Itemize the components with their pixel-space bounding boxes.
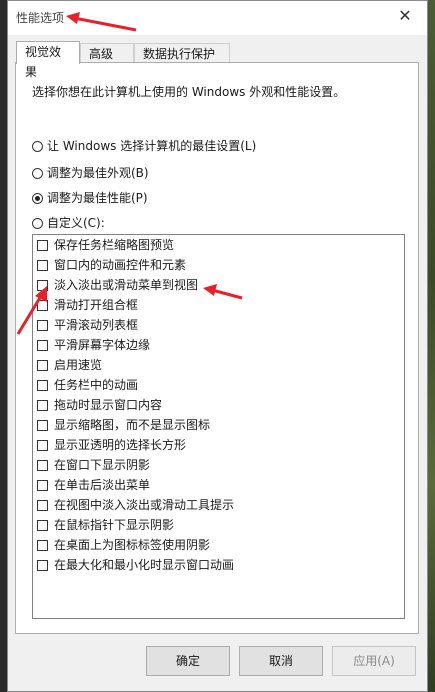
visual-effects-panel: 选择你想在此计算机上使用的 Windows 外观和性能设置。 让 Windows… — [15, 62, 419, 634]
checkbox-label: 窗口内的动画控件和元素 — [54, 258, 187, 272]
checkbox[interactable] — [37, 479, 48, 491]
radio-label: 调整为最佳性能(P) — [47, 191, 148, 205]
checkbox[interactable] — [37, 459, 48, 471]
checkbox-label: 在视图中淡入淡出或滑动工具提示 — [54, 498, 235, 512]
checkbox-label: 任务栏中的动画 — [54, 378, 139, 392]
checkbox[interactable] — [37, 239, 48, 251]
checkbox-label: 滑动打开组合框 — [54, 298, 139, 312]
checkbox-label: 淡入淡出或滑动菜单到视图 — [54, 278, 199, 292]
checkbox-label: 保存任务栏缩略图预览 — [54, 238, 175, 252]
annotation-arrow-title — [66, 12, 137, 32]
checkbox[interactable] — [37, 379, 48, 391]
tab-dep[interactable]: 数据执行保护 — [134, 43, 230, 63]
tab-visual-effects[interactable]: 视觉效果 — [16, 41, 80, 79]
checkbox-label: 平滑滚动列表框 — [54, 318, 139, 332]
radio-label: 调整为最佳外观(B) — [47, 166, 149, 180]
checkbox[interactable] — [37, 399, 48, 411]
checkbox-label: 在窗口下显示阴影 — [54, 458, 151, 472]
checkbox-label: 显示亚透明的选择长方形 — [54, 438, 187, 452]
checklist-item[interactable]: 在桌面上为图标标签使用阴影 — [37, 536, 210, 554]
checklist-item[interactable]: 显示亚透明的选择长方形 — [37, 436, 186, 454]
checkbox-label: 拖动时显示窗口内容 — [54, 398, 163, 412]
apply-button[interactable]: 应用(A) — [332, 646, 416, 676]
radio-circle[interactable] — [32, 167, 43, 179]
radio-option[interactable]: 自定义(C): — [32, 214, 105, 232]
checkbox[interactable] — [37, 359, 48, 371]
annotation-arrow-checkbox — [16, 286, 47, 335]
checklist-item[interactable]: 保存任务栏缩略图预览 — [37, 236, 174, 254]
checkbox-label: 平滑屏幕字体边缘 — [54, 338, 151, 352]
checkbox-label: 显示缩略图，而不是显示图标 — [54, 418, 211, 432]
checklist-item[interactable]: 拖动时显示窗口内容 — [37, 396, 162, 414]
cancel-button[interactable]: 取消 — [239, 646, 323, 676]
checklist-item[interactable]: 在鼠标指针下显示阴影 — [37, 516, 174, 534]
checkbox-label: 在鼠标指针下显示阴影 — [54, 518, 175, 532]
checkbox[interactable] — [37, 539, 48, 551]
ok-button[interactable]: 确定 — [146, 646, 230, 676]
radio-option[interactable]: 调整为最佳性能(P) — [32, 189, 148, 207]
checkbox-label: 在最大化和最小化时显示窗口动画 — [54, 558, 235, 572]
checkbox[interactable] — [37, 419, 48, 431]
checklist-item[interactable]: 淡入淡出或滑动菜单到视图 — [37, 276, 198, 294]
radio-label: 自定义(C): — [47, 216, 105, 230]
checkbox[interactable] — [37, 519, 48, 531]
checklist-item[interactable]: 窗口内的动画控件和元素 — [37, 256, 186, 274]
checkbox[interactable] — [37, 559, 48, 571]
radio-selected-dot — [35, 195, 40, 201]
description-text: 选择你想在此计算机上使用的 Windows 外观和性能设置。 — [32, 85, 346, 99]
tab-advanced[interactable]: 高级 — [80, 43, 134, 63]
annotation-arrow-label — [203, 284, 243, 300]
radio-option[interactable]: 调整为最佳外观(B) — [32, 164, 149, 182]
checklist-item[interactable]: 在单击后淡出菜单 — [37, 476, 150, 494]
checklist-item[interactable]: 在最大化和最小化时显示窗口动画 — [37, 556, 234, 574]
window-title: 性能选项 — [16, 11, 65, 25]
checklist-item[interactable]: 显示缩略图，而不是显示图标 — [37, 416, 210, 434]
checkbox[interactable] — [37, 439, 48, 451]
radio-option[interactable]: 让 Windows 选择计算机的最佳设置(L) — [32, 137, 256, 155]
checkbox[interactable] — [37, 339, 48, 351]
radio-circle[interactable] — [32, 217, 43, 229]
checklist-item[interactable]: 启用速览 — [37, 356, 102, 374]
checklist-item[interactable]: 任务栏中的动画 — [37, 376, 138, 394]
radio-circle[interactable] — [32, 192, 43, 204]
checkbox-label: 在单击后淡出菜单 — [54, 478, 151, 492]
performance-options-dialog: 性能选项 ✕ 视觉效果 高级 数据执行保护 选择你想在此计算机上使用的 Wind… — [7, 0, 428, 692]
radio-label: 让 Windows 选择计算机的最佳设置(L) — [47, 139, 257, 153]
close-icon[interactable]: ✕ — [393, 4, 417, 28]
radio-circle[interactable] — [32, 140, 43, 152]
checkbox[interactable] — [37, 499, 48, 511]
checklist-item[interactable]: 在窗口下显示阴影 — [37, 456, 150, 474]
desktop-edge — [0, 0, 7, 692]
checklist-item[interactable]: 在视图中淡入淡出或滑动工具提示 — [37, 496, 234, 514]
checkbox-label: 启用速览 — [54, 358, 103, 372]
checkbox-label: 在桌面上为图标标签使用阴影 — [54, 538, 211, 552]
checkbox[interactable] — [37, 259, 48, 271]
